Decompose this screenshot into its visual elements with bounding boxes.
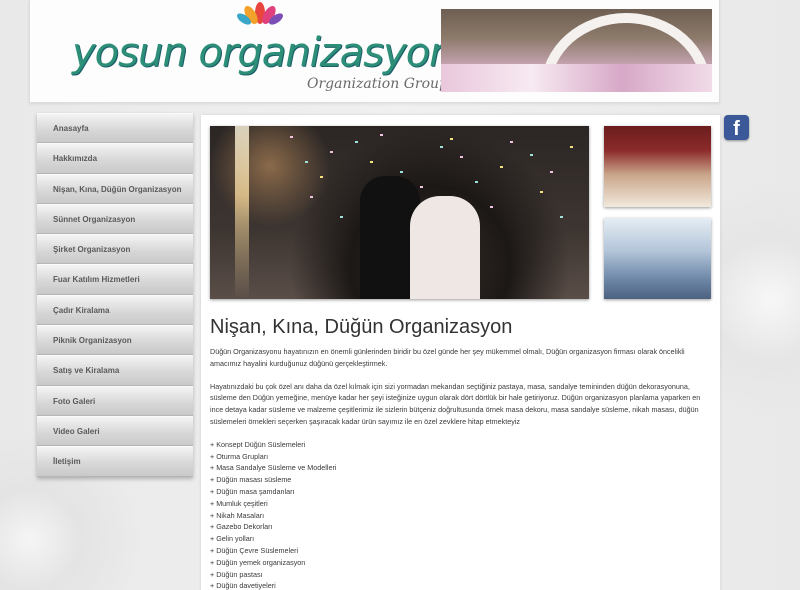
site-header: yosun organizasyon Organization Group xyxy=(29,0,720,103)
intro-paragraph: Düğün Organizasyonu hayatınızın en öneml… xyxy=(210,347,685,368)
list-item: + Konsept Düğün Süslemeleri xyxy=(210,439,306,449)
header-banner-photo xyxy=(441,9,712,92)
list-item: + Düğün yemek organizasyon xyxy=(210,557,306,567)
sidebar-item-picnic[interactable]: Piknik Organizasyon xyxy=(37,325,193,356)
list-item: + Düğün masası süsleme xyxy=(210,475,292,485)
list-item: + Nikah Masaları xyxy=(210,510,265,520)
service-list: + Konsept Düğün Süslemeleri + Oturma Gru… xyxy=(210,439,710,590)
main-content: Nişan, Kına, Düğün Organizasyon Düğün Or… xyxy=(201,115,720,590)
page-title: Nişan, Kına, Düğün Organizasyon xyxy=(210,316,513,338)
sidebar-item-contact[interactable]: İletişim xyxy=(37,446,193,477)
site-logo-text[interactable]: yosun organizasyon xyxy=(72,30,455,76)
facebook-icon[interactable]: f xyxy=(724,115,749,140)
sidebar-nav: Anasayfa Hakkımızda Nişan, Kına, Düğün O… xyxy=(37,113,193,477)
article-body: Düğün Organizasyonu hayatınızın en öneml… xyxy=(210,346,710,590)
sidebar-item-video-gallery[interactable]: Video Galeri xyxy=(37,415,193,447)
sidebar-item-sales-rental[interactable]: Satış ve Kiralama xyxy=(37,355,193,386)
thumbnail-photo-2[interactable] xyxy=(604,218,711,299)
list-item: + Masa Sandalye Süsleme ve Modelleri xyxy=(210,463,337,473)
sidebar-item-circumcision[interactable]: Sünnet Organizasyon xyxy=(37,203,193,235)
thumbnail-photo-1[interactable] xyxy=(604,126,711,207)
hero-wedding-photo xyxy=(210,126,589,299)
sidebar-item-photo-gallery[interactable]: Foto Galeri xyxy=(37,385,193,416)
sidebar-item-home[interactable]: Anasayfa xyxy=(37,113,193,144)
sidebar-item-fair[interactable]: Fuar Katılım Hizmetleri xyxy=(37,264,193,295)
sidebar-item-about[interactable]: Hakkımızda xyxy=(37,143,193,174)
list-item: + Gelin yolları xyxy=(210,534,255,544)
sidebar-item-corporate[interactable]: Şirket Organizasyon xyxy=(37,234,193,265)
list-item: + Düğün davetiyeleri xyxy=(210,581,276,590)
list-item: + Oturma Grupları xyxy=(210,451,269,461)
detail-paragraph: Hayatınızdaki bu çok özel anı daha da öz… xyxy=(210,381,701,426)
sidebar-item-wedding[interactable]: Nişan, Kına, Düğün Organizasyon xyxy=(37,173,193,204)
sidebar-item-tent-rental[interactable]: Çadır Kiralama xyxy=(37,294,193,326)
list-item: + Mumluk çeşitleri xyxy=(210,498,268,508)
list-item: + Düğün pastası xyxy=(210,569,263,579)
list-item: + Gazebo Dekorları xyxy=(210,522,273,532)
list-item: + Düğün Çevre Süslemeleri xyxy=(210,545,299,555)
lotus-logo-icon xyxy=(237,2,283,25)
list-item: + Düğün masa şamdanları xyxy=(210,486,295,496)
site-logo-subtitle: Organization Group xyxy=(307,76,448,92)
